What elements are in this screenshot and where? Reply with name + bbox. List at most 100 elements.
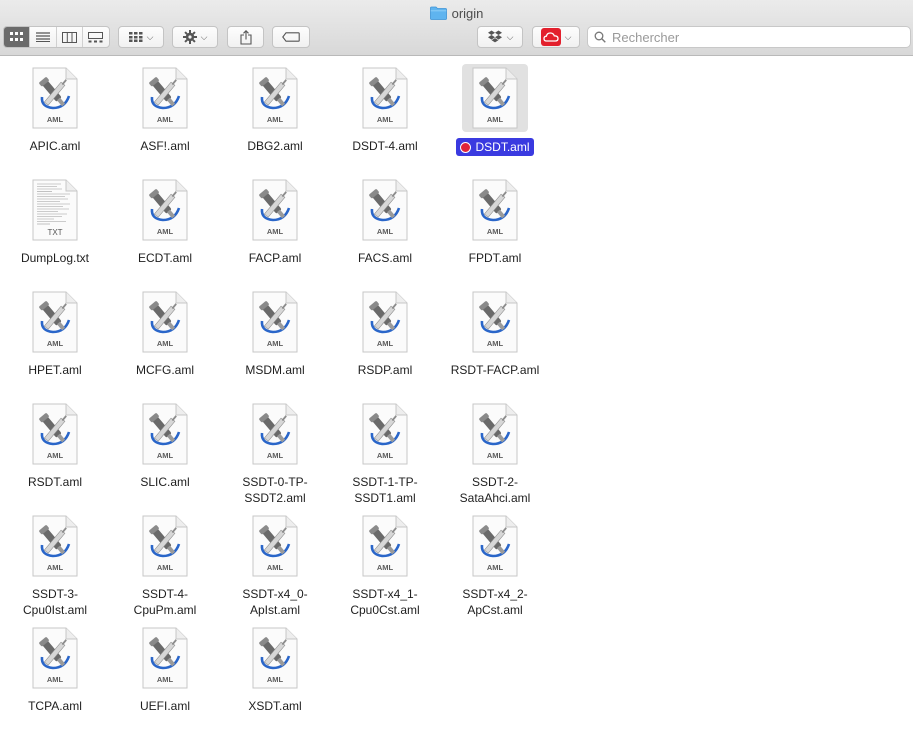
edit-tags-button[interactable] [272, 26, 310, 48]
group-by-button[interactable]: ⌵ [118, 26, 164, 48]
file-icon-container[interactable]: AML [22, 512, 88, 580]
file-item[interactable]: AML APIC.aml [0, 60, 110, 164]
aml-file-icon: AML [142, 403, 188, 465]
search-input[interactable] [610, 28, 904, 46]
file-item[interactable]: AML UEFI.aml [110, 620, 220, 724]
dropbox-button[interactable]: ⌵ [477, 26, 523, 48]
file-item[interactable]: AML DSDT-4.aml [330, 60, 440, 164]
file-name-label[interactable]: DSDT.aml [440, 138, 550, 157]
file-icon-container[interactable]: AML [22, 288, 88, 356]
file-icon-container[interactable]: AML [462, 64, 528, 132]
file-name-label[interactable]: SLIC.aml [110, 474, 220, 490]
search-field[interactable] [587, 26, 911, 48]
file-name-label[interactable]: SSDT-1-TP- SSDT1.aml [330, 474, 440, 506]
list-view-button[interactable] [30, 27, 57, 47]
file-icon-container[interactable]: AML [352, 288, 418, 356]
file-name-label[interactable]: SSDT-3- Cpu0Ist.aml [0, 586, 110, 618]
file-name-label[interactable]: DumpLog.txt [0, 250, 110, 266]
file-icon-container[interactable]: AML [132, 512, 198, 580]
file-name-label[interactable]: FACS.aml [330, 250, 440, 266]
file-icon-container[interactable]: AML [132, 624, 198, 692]
column-view-button[interactable] [57, 27, 83, 47]
file-name-label[interactable]: SSDT-0-TP- SSDT2.aml [220, 474, 330, 506]
file-icon-container[interactable]: AML [242, 512, 308, 580]
file-icon-container[interactable]: TXT [22, 176, 88, 244]
file-item[interactable]: AML DBG2.aml [220, 60, 330, 164]
file-name-label[interactable]: DBG2.aml [220, 138, 330, 154]
file-item[interactable]: AML ASF!.aml [110, 60, 220, 164]
file-icon-container[interactable]: AML [352, 176, 418, 244]
file-name-label[interactable]: ASF!.aml [110, 138, 220, 154]
file-name-label[interactable]: MSDM.aml [220, 362, 330, 378]
file-item[interactable]: AML FACS.aml [330, 172, 440, 276]
file-item[interactable]: AML SSDT-1-TP- SSDT1.aml [330, 396, 440, 505]
file-name-label[interactable]: SSDT-2- SataAhci.aml [440, 474, 550, 506]
file-icon-container[interactable]: AML [352, 512, 418, 580]
file-item[interactable]: AML SSDT-x4_0- ApIst.aml [220, 508, 330, 617]
file-item[interactable]: AML FACP.aml [220, 172, 330, 276]
file-item[interactable]: TXT DumpLog.txt [0, 172, 110, 276]
file-icon-container[interactable]: AML [132, 288, 198, 356]
file-name-label[interactable]: XSDT.aml [220, 698, 330, 714]
file-icon-container[interactable]: AML [22, 64, 88, 132]
selected-file-name[interactable]: DSDT.aml [456, 138, 534, 156]
file-item[interactable]: AML RSDT.aml [0, 396, 110, 500]
file-icon-container[interactable]: AML [132, 400, 198, 468]
file-name-label[interactable]: HPET.aml [0, 362, 110, 378]
file-item[interactable]: AML HPET.aml [0, 284, 110, 388]
view-mode-switcher[interactable] [3, 26, 110, 48]
file-icon-container[interactable]: AML [132, 64, 198, 132]
file-item[interactable]: AML XSDT.aml [220, 620, 330, 724]
file-icon-container[interactable]: AML [462, 176, 528, 244]
file-name-text: MCFG.aml [136, 363, 194, 377]
file-name-label[interactable]: DSDT-4.aml [330, 138, 440, 154]
file-item[interactable]: AML SSDT-4- CpuPm.aml [110, 508, 220, 617]
gallery-view-button[interactable] [83, 27, 109, 47]
share-button[interactable] [227, 26, 264, 48]
file-icon-container[interactable]: AML [242, 288, 308, 356]
file-name-label[interactable]: FACP.aml [220, 250, 330, 266]
file-item[interactable]: AML MCFG.aml [110, 284, 220, 388]
file-name-label[interactable]: RSDP.aml [330, 362, 440, 378]
file-name-label[interactable]: MCFG.aml [110, 362, 220, 378]
file-name-label[interactable]: ECDT.aml [110, 250, 220, 266]
file-name-label[interactable]: RSDT-FACP.aml [440, 362, 550, 378]
file-icon-container[interactable]: AML [352, 64, 418, 132]
file-name-label[interactable]: UEFI.aml [110, 698, 220, 714]
file-item[interactable]: AML SSDT-x4_1- Cpu0Cst.aml [330, 508, 440, 617]
file-name-label[interactable]: TCPA.aml [0, 698, 110, 714]
file-item[interactable]: AML FPDT.aml [440, 172, 550, 276]
file-name-label[interactable]: SSDT-x4_0- ApIst.aml [220, 586, 330, 618]
file-item[interactable]: AML RSDT-FACP.aml [440, 284, 550, 388]
file-name-label[interactable]: FPDT.aml [440, 250, 550, 266]
file-icon-container[interactable]: AML [242, 176, 308, 244]
file-name-label[interactable]: RSDT.aml [0, 474, 110, 490]
file-icon-container[interactable]: AML [462, 512, 528, 580]
file-icon-container[interactable]: AML [352, 400, 418, 468]
file-item[interactable]: AML SSDT-3- Cpu0Ist.aml [0, 508, 110, 617]
file-item[interactable]: AML TCPA.aml [0, 620, 110, 724]
file-name-label[interactable]: SSDT-x4_1- Cpu0Cst.aml [330, 586, 440, 618]
file-item[interactable]: AML MSDM.aml [220, 284, 330, 388]
file-name-label[interactable]: SSDT-x4_2- ApCst.aml [440, 586, 550, 618]
file-name-label[interactable]: SSDT-4- CpuPm.aml [110, 586, 220, 618]
file-item[interactable]: AML ECDT.aml [110, 172, 220, 276]
file-item[interactable]: AML DSDT.aml [440, 60, 550, 164]
file-icon-container[interactable]: AML [132, 176, 198, 244]
file-icon-container[interactable]: AML [22, 400, 88, 468]
icon-view-button[interactable] [4, 27, 31, 47]
file-icon-container[interactable]: AML [22, 624, 88, 692]
file-item[interactable]: AML SSDT-2- SataAhci.aml [440, 396, 550, 505]
file-item[interactable]: AML SSDT-x4_2- ApCst.aml [440, 508, 550, 617]
file-item[interactable]: AML SSDT-0-TP- SSDT2.aml [220, 396, 330, 505]
file-icon-container[interactable]: AML [242, 624, 308, 692]
action-menu-button[interactable]: ⌵ [172, 26, 218, 48]
file-item[interactable]: AML SLIC.aml [110, 396, 220, 500]
file-icon-container[interactable]: AML [242, 400, 308, 468]
file-item[interactable]: AML RSDP.aml [330, 284, 440, 388]
file-icon-container[interactable]: AML [242, 64, 308, 132]
creative-cloud-button[interactable]: ⌵ [532, 26, 580, 48]
file-icon-container[interactable]: AML [462, 288, 528, 356]
file-icon-container[interactable]: AML [462, 400, 528, 468]
file-name-label[interactable]: APIC.aml [0, 138, 110, 154]
